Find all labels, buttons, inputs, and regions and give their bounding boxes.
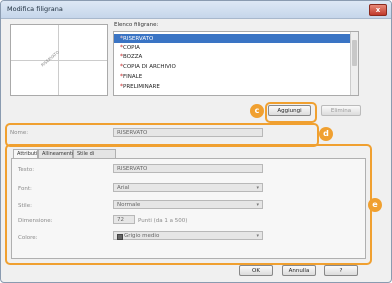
list-item[interactable]: *RISERVATO: [114, 34, 350, 43]
text-input[interactable]: RISERVATO: [113, 164, 263, 173]
name-label: Nome:: [10, 130, 29, 136]
callout-badge-e: e: [368, 198, 382, 212]
style-label: Stile:: [18, 203, 32, 209]
color-select[interactable]: Grigio medio: [113, 231, 263, 241]
cancel-button[interactable]: Annulla: [282, 265, 316, 276]
watermark-list-label: Elenco filigrane:: [114, 22, 159, 28]
text-label: Testo:: [18, 167, 35, 173]
title-bar: Modifica filigrana x: [1, 1, 391, 19]
size-label: Dimensione:: [18, 218, 53, 224]
color-swatch: [117, 234, 123, 240]
ok-button[interactable]: OK: [239, 265, 273, 276]
window-title: Modifica filigrana: [7, 5, 63, 13]
font-label: Font:: [18, 186, 32, 192]
list-item[interactable]: *FINALE: [114, 72, 350, 81]
add-button[interactable]: Aggiungi: [268, 105, 311, 116]
close-button[interactable]: x: [369, 4, 387, 16]
tab-alignment[interactable]: Allineamento: [38, 149, 75, 158]
dialog-window: Modifica filigrana x RISERVATO Elenco fi…: [0, 0, 392, 283]
list-item[interactable]: *PRELIMINARE: [114, 82, 350, 91]
size-unit-label: Punti (da 1 a 500): [138, 218, 188, 224]
tab-print-style[interactable]: Stile di stampa: [73, 149, 116, 166]
color-label: Colore:: [18, 235, 38, 241]
list-item[interactable]: *BOZZA: [114, 52, 350, 61]
font-select[interactable]: Arial: [113, 183, 263, 193]
callout-badge-c: c: [250, 104, 264, 118]
list-item[interactable]: *COPIA: [114, 43, 350, 52]
size-stepper[interactable]: 72: [113, 215, 135, 224]
watermark-preview: RISERVATO: [10, 24, 108, 96]
list-item[interactable]: *COPIA DI ARCHIVIO: [114, 62, 350, 71]
close-icon: x: [375, 6, 381, 14]
scrollbar-thumb[interactable]: [352, 40, 357, 66]
name-field[interactable]: RISERVATO: [113, 128, 263, 137]
delete-button[interactable]: Elimina: [321, 105, 361, 116]
style-select[interactable]: Normale: [113, 200, 263, 210]
preview-horizontal-guide: [11, 60, 107, 61]
watermark-list[interactable]: *RISERVATO *COPIA *BOZZA *COPIA DI ARCHI…: [113, 31, 359, 96]
help-button[interactable]: ?: [324, 265, 358, 276]
list-scrollbar[interactable]: [350, 32, 358, 95]
callout-badge-d: d: [319, 127, 333, 141]
